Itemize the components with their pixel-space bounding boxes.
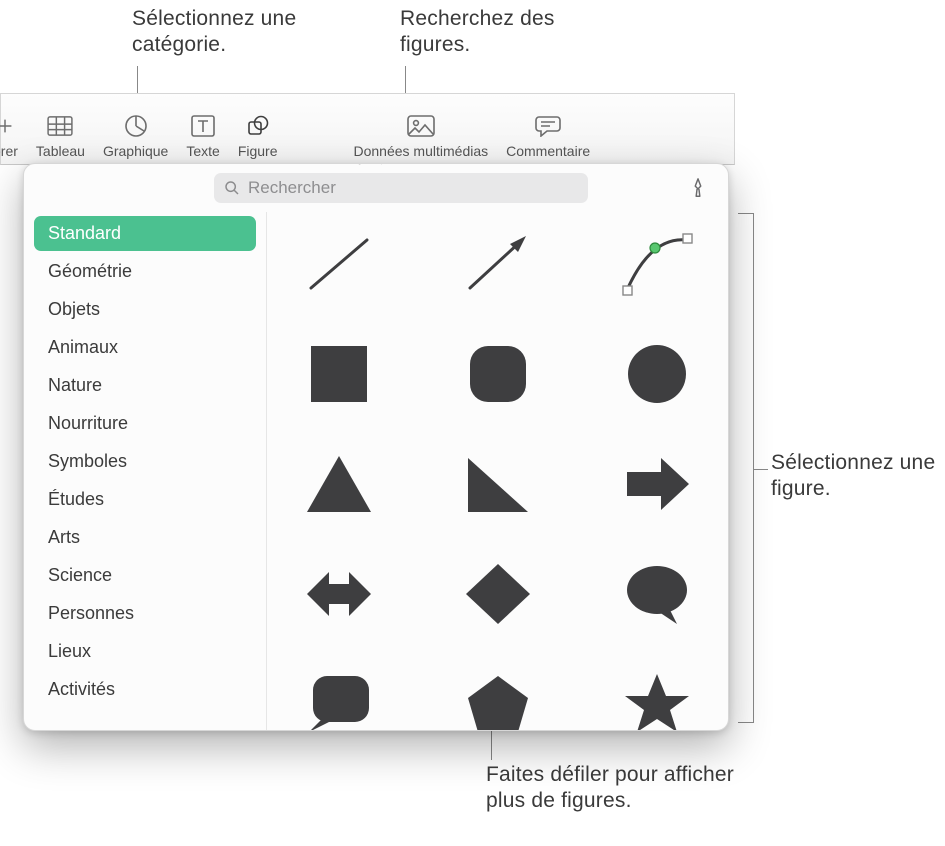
draw-shape-button[interactable] — [684, 174, 712, 202]
callout-bracket-right — [738, 213, 754, 723]
media-icon — [407, 113, 435, 139]
callout-line — [754, 469, 768, 470]
shape-double-arrow-horizontal[interactable] — [296, 556, 382, 632]
category-item-animaux[interactable]: Animaux — [34, 330, 256, 365]
toolbar-table[interactable]: Tableau — [36, 113, 85, 159]
comment-icon — [535, 113, 561, 139]
shape-arrow-line[interactable] — [455, 226, 541, 302]
table-icon — [47, 113, 73, 139]
pen-icon — [687, 177, 709, 199]
search-field-wrap[interactable] — [214, 173, 588, 203]
shapes-grid-area[interactable] — [267, 212, 728, 730]
app-toolbar: érer Tableau Graphique Texte Figure — [0, 93, 735, 165]
shape-pentagon[interactable] — [455, 666, 541, 730]
shape-circle[interactable] — [614, 336, 700, 412]
callout-select-shape: Sélectionnez une figure. — [771, 450, 941, 503]
category-item-personnes[interactable]: Personnes — [34, 596, 256, 631]
search-input[interactable] — [248, 178, 578, 198]
text-icon — [191, 113, 215, 139]
popover-header — [24, 164, 728, 212]
shape-speech-bubble[interactable] — [614, 556, 700, 632]
category-item-arts[interactable]: Arts — [34, 520, 256, 555]
shape-triangle[interactable] — [296, 446, 382, 522]
toolbar-label: érer — [0, 143, 18, 159]
toolbar-label: Texte — [186, 143, 219, 159]
toolbar-label: Tableau — [36, 143, 85, 159]
shape-callout-rounded[interactable] — [296, 666, 382, 730]
toolbar-shape[interactable]: Figure — [238, 113, 278, 159]
toolbar-label: Commentaire — [506, 143, 590, 159]
category-item-standard[interactable]: Standard — [34, 216, 256, 251]
toolbar-media[interactable]: Données multimédias — [354, 113, 489, 159]
category-item-activites[interactable]: Activités — [34, 672, 256, 707]
chart-icon — [124, 113, 148, 139]
shape-square[interactable] — [296, 336, 382, 412]
shape-line[interactable] — [296, 226, 382, 302]
shape-arrow-right[interactable] — [614, 446, 700, 522]
callout-search-shapes: Recherchez des figures. — [400, 6, 610, 59]
toolbar-comment[interactable]: Commentaire — [506, 113, 590, 159]
category-item-nourriture[interactable]: Nourriture — [34, 406, 256, 441]
popover-arrow — [358, 163, 382, 165]
category-item-nature[interactable]: Nature — [34, 368, 256, 403]
toolbar-text[interactable]: Texte — [186, 113, 219, 159]
category-sidebar: Standard Géométrie Objets Animaux Nature… — [24, 212, 267, 730]
shape-icon — [246, 113, 270, 139]
plus-icon — [0, 113, 16, 139]
shapes-popover: Standard Géométrie Objets Animaux Nature… — [23, 163, 729, 731]
shape-diamond[interactable] — [455, 556, 541, 632]
shape-rounded-square[interactable] — [455, 336, 541, 412]
toolbar-label: Figure — [238, 143, 278, 159]
category-item-etudes[interactable]: Études — [34, 482, 256, 517]
category-item-geometrie[interactable]: Géométrie — [34, 254, 256, 289]
search-icon — [224, 180, 240, 196]
toolbar-chart[interactable]: Graphique — [103, 113, 168, 159]
toolbar-label: Graphique — [103, 143, 168, 159]
category-item-lieux[interactable]: Lieux — [34, 634, 256, 669]
callout-scroll-more: Faites défiler pour afficher plus de fig… — [486, 762, 776, 815]
shape-star[interactable] — [614, 666, 700, 730]
shape-curve-editable[interactable] — [614, 226, 700, 302]
category-item-objets[interactable]: Objets — [34, 292, 256, 327]
category-item-symboles[interactable]: Symboles — [34, 444, 256, 479]
toolbar-label: Données multimédias — [354, 143, 489, 159]
shape-right-triangle[interactable] — [455, 446, 541, 522]
callout-select-category: Sélectionnez une catégorie. — [132, 6, 342, 59]
toolbar-insert[interactable]: érer — [0, 113, 18, 159]
category-item-science[interactable]: Science — [34, 558, 256, 593]
